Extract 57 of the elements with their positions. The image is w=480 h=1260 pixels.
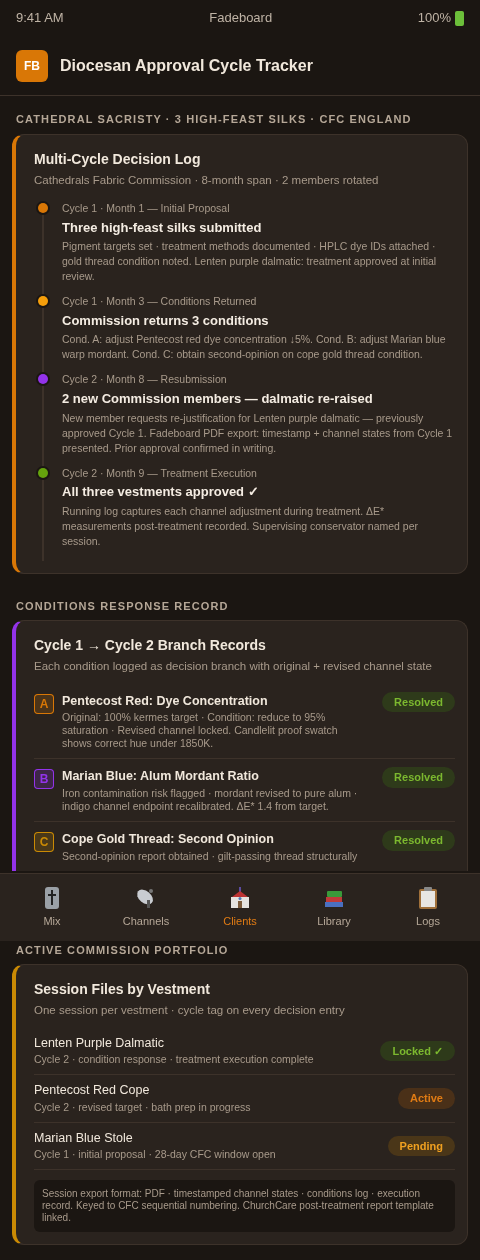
coffin-icon bbox=[44, 885, 60, 910]
section-label: ACTIVE COMMISSION PORTFOLIO bbox=[15, 942, 230, 958]
event-description: Cond. A: adjust Pentecost red dye concentration ↓5%. Cond. B: adjust Marian blue warp mordant. Cond. C: obtain second-opinion on cope gold thread condition. bbox=[62, 332, 447, 363]
section-label: CONDITIONS RESPONSE RECORD bbox=[15, 598, 230, 614]
card-title: Cycle 1 → Cycle 2 Branch Records bbox=[34, 636, 267, 656]
clipboard-icon bbox=[417, 885, 439, 910]
condition-letter: B bbox=[34, 769, 54, 790]
card-title: Session Files by Vestment bbox=[34, 980, 211, 1000]
condition-letter: A bbox=[34, 693, 54, 714]
status-badge: Locked ✓ bbox=[380, 1040, 455, 1061]
event-meta: Cycle 2 · Month 8 — Resubmission bbox=[62, 372, 228, 388]
session-name: Lenten Purple Dalmatic bbox=[34, 1034, 165, 1052]
status-badge: Active bbox=[397, 1088, 455, 1109]
status-badge: Pending bbox=[387, 1135, 455, 1156]
tab[interactable]: Mix bbox=[16, 885, 88, 930]
tab[interactable]: Channels bbox=[110, 885, 182, 930]
condition-description: Iron contamination risk flagged · mordant revised to pure alum · indigo channel endpoint recalibrated. ΔE* 1.4 from target. bbox=[62, 787, 359, 813]
event-title: All three vestments approved ✓ bbox=[62, 483, 260, 502]
card-subtitle: Cathedrals Fabric Commission · 8-month span · 2 members rotated bbox=[34, 172, 380, 188]
condition-title: Marian Blue: Alum Mordant Ratio bbox=[62, 768, 260, 786]
tab[interactable]: Library bbox=[298, 885, 370, 930]
event-meta: Cycle 1 · Month 1 — Initial Proposal bbox=[62, 200, 231, 216]
event-title: 2 new Commission members — dalmatic re-raised bbox=[62, 390, 374, 408]
event-description: Pigment targets set · treatment methods documented · HPLC dye IDs attached · gold thread condition noted. Lenten purple dalmatic: treatment approved at initial review. bbox=[62, 239, 438, 284]
card-subtitle: One session per vestment · cycle tag on every decision entry bbox=[34, 1003, 346, 1019]
export-note: Session export format: PDF · timestamped channel states · conditions log · execution record. Keyed to CFC sequential numbering. ChurchCare post-treatment report template linked. bbox=[34, 1180, 455, 1232]
session-name: Marian Blue Stole bbox=[34, 1129, 134, 1147]
status-badge: Resolved bbox=[382, 767, 455, 788]
church-icon bbox=[228, 885, 252, 910]
page-title: Diocesan Approval Cycle Tracker bbox=[60, 55, 313, 76]
status-badge: Resolved bbox=[382, 830, 455, 851]
event-meta: Cycle 2 · Month 9 — Treatment Execution bbox=[62, 465, 258, 481]
event-title: Commission returns 3 conditions bbox=[62, 311, 270, 330]
session-name: Pentecost Red Cope bbox=[34, 1082, 151, 1099]
tab[interactable]: Logs bbox=[392, 885, 464, 930]
status-time: 9:41 AM bbox=[16, 9, 64, 28]
battery-level: 100% bbox=[417, 9, 451, 28]
condition-title: Pentecost Red: Dye Concentration bbox=[62, 692, 269, 710]
carrier-name: Fadeboard bbox=[209, 9, 273, 28]
tab[interactable]: Clients bbox=[204, 885, 276, 930]
event-meta: Cycle 1 · Month 3 — Conditions Returned bbox=[62, 294, 258, 309]
app-logo: FB bbox=[16, 49, 48, 82]
condition-letter: C bbox=[34, 832, 54, 852]
battery-icon bbox=[455, 10, 464, 26]
session-detail: Cycle 2 · condition response · treatment execution complete bbox=[34, 1052, 314, 1068]
event-title: Three high-feast silks submitted bbox=[62, 218, 263, 237]
card-subtitle: Each condition logged as decision branch with original + revised channel state bbox=[34, 659, 433, 675]
status-badge: Resolved bbox=[382, 691, 455, 712]
condition-title: Cope Gold Thread: Second Opinion bbox=[62, 831, 275, 848]
event-description: New member requests re-justification for Lenten purple dalmatic — previously approved Cycle 1. Fadeboard PDF export: timestamp + channel states from Cycle 1 presented. Prior approval confirmed in writing. bbox=[62, 410, 454, 456]
event-description: Running log captures each channel adjustment during treatment. ΔE* measurements post-treatment recorded. Supervising conservator named per session. bbox=[62, 503, 419, 549]
condition-description: Second-opinion report obtained · gilt-passing thread structurally bbox=[62, 849, 359, 863]
condition-description: Original: 100% kermes target · Condition: reduce to 95% saturation · Revised channel locked. Candlelit proof swatch shows correct hue under 1850K. bbox=[62, 711, 339, 751]
card-title: Multi-Cycle Decision Log bbox=[34, 149, 202, 169]
session-detail: Cycle 1 · initial proposal · 28-day CFC window open bbox=[34, 1147, 276, 1163]
session-detail: Cycle 2 · revised target · bath prep in progress bbox=[34, 1099, 251, 1115]
section-label: CATHEDRAL SACRISTY · 3 HIGH-FEAST SILKS · CFC ENGLAND bbox=[15, 112, 413, 127]
